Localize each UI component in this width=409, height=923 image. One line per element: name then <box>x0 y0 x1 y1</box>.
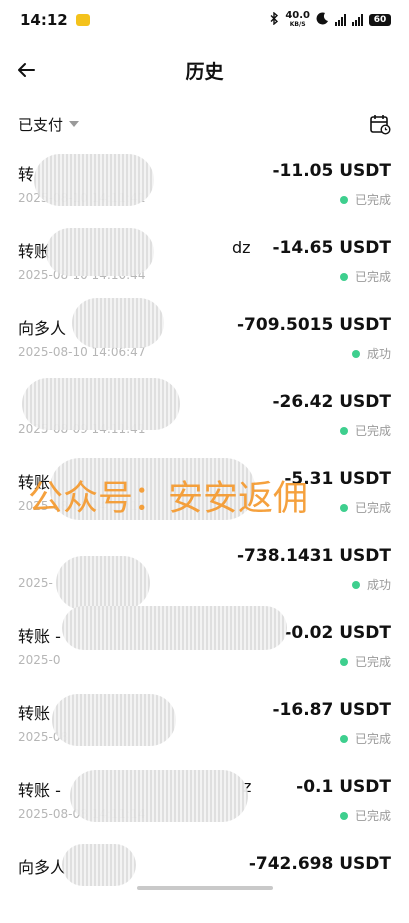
transaction-row[interactable]: 向多人 2025-08-10 14:06:47 -709.5015 USDT 成… <box>0 307 409 384</box>
status-filter-dropdown[interactable]: 已支付 <box>18 114 80 135</box>
page-title: 历史 <box>185 60 224 83</box>
redaction-blur <box>70 770 248 822</box>
transaction-amount: -16.87 USDT <box>272 700 391 720</box>
redaction-blur <box>56 556 150 610</box>
network-speed: 40.0 KB/S <box>285 10 310 29</box>
transaction-title-suffix: dz <box>232 238 251 257</box>
transaction-status: 已完成 <box>339 499 391 516</box>
transaction-amount: -26.42 USDT <box>272 392 391 412</box>
redaction-blur <box>72 298 164 348</box>
redaction-blur <box>22 378 180 430</box>
status-dot-icon <box>339 426 348 435</box>
transaction-status: 成功 <box>351 576 391 593</box>
back-arrow-icon[interactable] <box>14 56 40 84</box>
transaction-title: 向多人 <box>18 858 67 877</box>
home-indicator[interactable] <box>137 886 273 890</box>
transaction-title: 向多人 <box>18 319 67 338</box>
redaction-blur <box>62 844 136 886</box>
transaction-amount: -738.1431 USDT <box>237 546 391 566</box>
status-left: 14:12 <box>20 11 90 29</box>
transaction-date: 2025-0 <box>18 653 61 667</box>
status-time: 14:12 <box>20 11 68 29</box>
transaction-status: 已完成 <box>339 807 391 824</box>
status-dot-icon <box>351 580 360 589</box>
page-header: 历史 <box>0 52 409 88</box>
transaction-title: 转 <box>18 165 35 184</box>
transaction-amount: -742.698 USDT <box>248 854 391 874</box>
transaction-status: 已完成 <box>339 191 391 208</box>
transaction-title: 转账 - <box>18 627 61 646</box>
filter-bar: 已支付 <box>0 108 409 140</box>
status-dot-icon <box>339 503 348 512</box>
transaction-amount: -11.05 USDT <box>272 161 391 181</box>
watermark-text: 公众号：安安返佣 <box>28 479 309 519</box>
caret-down-icon <box>69 121 80 127</box>
redaction-blur <box>46 228 154 276</box>
transaction-status: 已完成 <box>339 422 391 439</box>
signal-icon-1 <box>335 14 346 26</box>
notification-app-icon <box>75 14 90 26</box>
status-right: 40.0 KB/S 60 <box>270 11 391 29</box>
transaction-status: 已完成 <box>339 730 391 747</box>
status-dot-icon <box>339 195 348 204</box>
redaction-blur <box>34 154 154 206</box>
status-filter-label: 已支付 <box>18 115 64 134</box>
status-dot-icon <box>339 657 348 666</box>
transaction-amount: -0.02 USDT <box>284 623 391 643</box>
transaction-amount: -709.5015 USDT <box>237 315 391 335</box>
status-dot-icon <box>339 734 348 743</box>
redaction-blur <box>62 606 287 650</box>
bluetooth-icon <box>270 11 279 28</box>
status-dot-icon <box>339 811 348 820</box>
transaction-date: 2025- <box>18 576 53 590</box>
transaction-amount: -0.1 USDT <box>296 777 391 797</box>
transaction-status: 已完成 <box>339 653 391 670</box>
transaction-row[interactable]: 向多人 -742.698 USDT <box>0 846 409 923</box>
moon-icon <box>316 12 329 28</box>
battery-icon: 60 <box>369 14 391 26</box>
calendar-icon[interactable] <box>369 113 391 135</box>
status-dot-icon <box>339 272 348 281</box>
transaction-status: 成功 <box>351 345 391 362</box>
transaction-title: 转账 <box>18 704 51 723</box>
transaction-status: 已完成 <box>339 268 391 285</box>
status-bar: 14:12 40.0 KB/S 60 <box>0 0 409 40</box>
redaction-blur <box>52 694 176 746</box>
status-dot-icon <box>351 349 360 358</box>
transaction-amount: -14.65 USDT <box>272 238 391 258</box>
transaction-title: 转账 - <box>18 781 61 800</box>
signal-icon-2 <box>352 14 363 26</box>
